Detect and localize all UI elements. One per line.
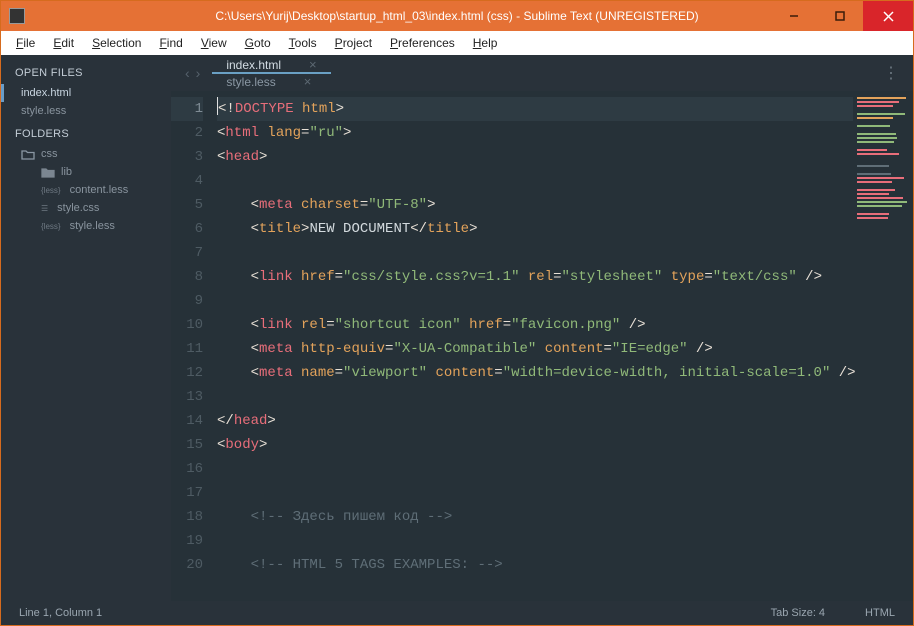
folder-root[interactable]: css: [1, 145, 171, 163]
line-number: 1: [171, 97, 203, 121]
line-number: 6: [171, 217, 203, 241]
code-line[interactable]: <!-- HTML 5 TAGS EXAMPLES: -->: [217, 553, 853, 577]
tab-label: style.less: [226, 75, 275, 89]
menu-goto[interactable]: Goto: [236, 33, 280, 53]
code-line[interactable]: <meta name="viewport" content="width=dev…: [217, 361, 853, 385]
folder-icon: [41, 167, 55, 178]
code-line[interactable]: [217, 481, 853, 505]
code-area[interactable]: <!DOCTYPE html><html lang="ru"><head> <m…: [211, 91, 853, 601]
folder-root-label: css: [41, 148, 58, 160]
app-icon: [9, 8, 25, 24]
code-line[interactable]: [217, 241, 853, 265]
folder-lib[interactable]: lib: [1, 163, 171, 181]
menu-selection[interactable]: Selection: [83, 33, 150, 53]
close-icon[interactable]: ×: [309, 57, 317, 72]
folders-heading: FOLDERS: [1, 120, 171, 145]
code-line[interactable]: <title>NEW DOCUMENT</title>: [217, 217, 853, 241]
gutter: 1234567891011121314151617181920: [171, 91, 211, 601]
statusbar: Line 1, Column 1 Tab Size: 4 HTML: [1, 601, 913, 625]
line-number: 7: [171, 241, 203, 265]
nav-forward-icon[interactable]: ›: [196, 65, 201, 81]
code-line[interactable]: <link rel="shortcut icon" href="favicon.…: [217, 313, 853, 337]
tab[interactable]: style.less ×: [212, 74, 330, 89]
open-file[interactable]: index.html: [1, 84, 171, 102]
status-syntax[interactable]: HTML: [865, 607, 895, 619]
tabbar: ‹ › index.html × style.less × ⋮: [171, 55, 913, 91]
line-number: 15: [171, 433, 203, 457]
code-line[interactable]: <!-- Здесь пишем код -->: [217, 505, 853, 529]
line-number: 20: [171, 553, 203, 577]
code-line[interactable]: <html lang="ru">: [217, 121, 853, 145]
file-type-icon: ☰: [41, 204, 48, 213]
line-number: 2: [171, 121, 203, 145]
file-name: style.less: [70, 220, 115, 232]
menu-find[interactable]: Find: [150, 33, 191, 53]
menu-project[interactable]: Project: [326, 33, 381, 53]
tab-label: index.html: [226, 58, 281, 72]
folder-icon: [21, 149, 35, 160]
line-number: 11: [171, 337, 203, 361]
status-tab-size[interactable]: Tab Size: 4: [771, 607, 825, 619]
line-number: 4: [171, 169, 203, 193]
open-files-heading: OPEN FILES: [1, 59, 171, 84]
file-name: style.css: [57, 202, 99, 214]
minimize-button[interactable]: [771, 1, 817, 31]
nav-back-icon[interactable]: ‹: [185, 65, 190, 81]
menu-edit[interactable]: Edit: [44, 33, 83, 53]
file-type-icon: {less}: [41, 186, 61, 195]
code-line[interactable]: </head>: [217, 409, 853, 433]
open-file[interactable]: style.less: [1, 102, 171, 120]
file-item[interactable]: ☰ style.css: [1, 199, 171, 217]
minimap[interactable]: [853, 91, 913, 601]
line-number: 14: [171, 409, 203, 433]
line-number: 12: [171, 361, 203, 385]
line-number: 16: [171, 457, 203, 481]
line-number: 13: [171, 385, 203, 409]
menu-tools[interactable]: Tools: [280, 33, 326, 53]
line-number: 8: [171, 265, 203, 289]
code-line[interactable]: <link href="css/style.css?v=1.1" rel="st…: [217, 265, 853, 289]
file-item[interactable]: {less} style.less: [1, 217, 171, 235]
titlebar[interactable]: C:\Users\Yurij\Desktop\startup_html_03\i…: [1, 1, 913, 31]
close-button[interactable]: [863, 1, 913, 31]
file-type-icon: {less}: [41, 222, 61, 231]
status-position[interactable]: Line 1, Column 1: [19, 607, 102, 619]
code-line[interactable]: [217, 169, 853, 193]
line-number: 5: [171, 193, 203, 217]
file-name: content.less: [70, 184, 129, 196]
maximize-button[interactable]: [817, 1, 863, 31]
file-item[interactable]: {less} content.less: [1, 181, 171, 199]
code-line[interactable]: <!DOCTYPE html>: [217, 97, 853, 121]
code-line[interactable]: <meta http-equiv="X-UA-Compatible" conte…: [217, 337, 853, 361]
code-line[interactable]: <body>: [217, 433, 853, 457]
code-line[interactable]: <meta charset="UTF-8">: [217, 193, 853, 217]
line-number: 18: [171, 505, 203, 529]
code-line[interactable]: [217, 529, 853, 553]
editor[interactable]: 1234567891011121314151617181920 <!DOCTYP…: [171, 91, 913, 601]
menu-preferences[interactable]: Preferences: [381, 33, 464, 53]
code-line[interactable]: <head>: [217, 145, 853, 169]
code-line[interactable]: [217, 385, 853, 409]
line-number: 10: [171, 313, 203, 337]
line-number: 17: [171, 481, 203, 505]
tab[interactable]: index.html ×: [212, 57, 330, 74]
tab-overflow-icon[interactable]: ⋮: [869, 63, 913, 83]
line-number: 19: [171, 529, 203, 553]
menu-file[interactable]: File: [7, 33, 44, 53]
sidebar: OPEN FILES index.htmlstyle.less FOLDERS …: [1, 55, 171, 601]
line-number: 9: [171, 289, 203, 313]
menu-help[interactable]: Help: [464, 33, 507, 53]
code-line[interactable]: [217, 289, 853, 313]
code-line[interactable]: [217, 457, 853, 481]
menubar: FileEditSelectionFindViewGotoToolsProjec…: [1, 31, 913, 55]
line-number: 3: [171, 145, 203, 169]
close-icon[interactable]: ×: [304, 74, 312, 89]
menu-view[interactable]: View: [192, 33, 236, 53]
folder-lib-label: lib: [61, 166, 72, 178]
